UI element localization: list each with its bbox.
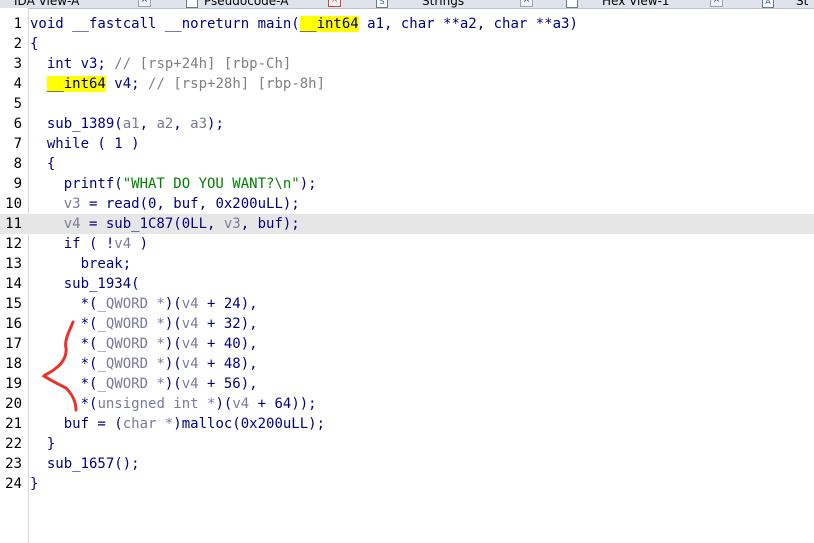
- red-brace-annotation: [41, 320, 78, 412]
